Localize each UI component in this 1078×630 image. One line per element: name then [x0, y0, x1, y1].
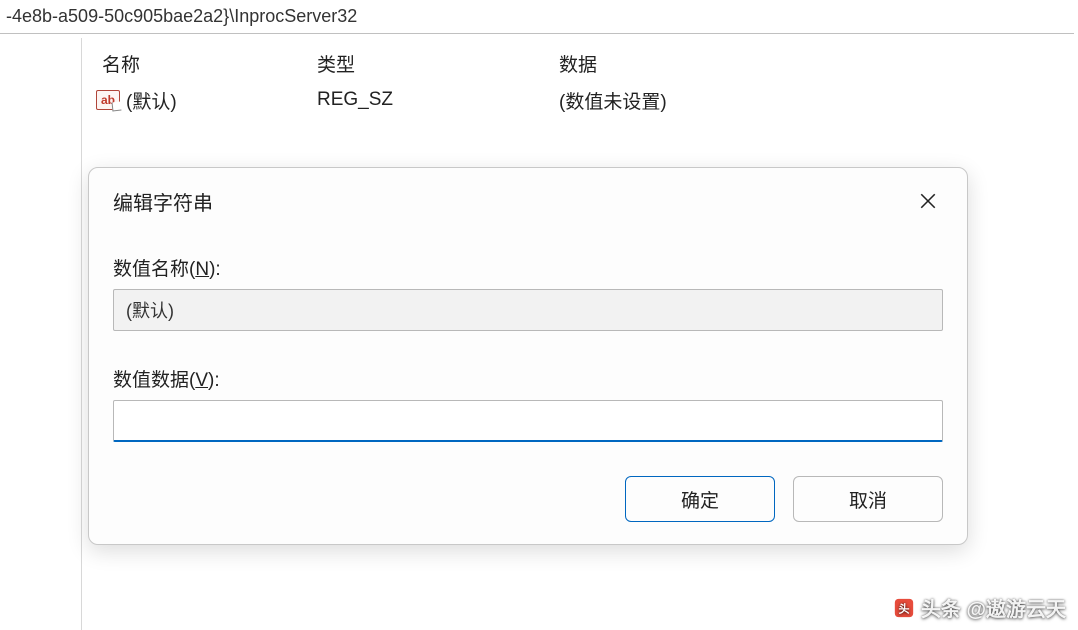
value-name-label: 数值名称(N): [113, 254, 943, 281]
toutiao-icon: 头 [893, 597, 915, 619]
close-icon [919, 192, 937, 210]
string-value-icon [96, 90, 120, 110]
value-name-input[interactable] [113, 289, 943, 331]
value-data-label: 数值数据(V): [113, 365, 943, 392]
svg-text:头: 头 [898, 601, 909, 615]
column-header-data[interactable]: 数据 [559, 50, 1078, 77]
table-row[interactable]: (默认) REG_SZ (数值未设置) [82, 80, 1078, 120]
cancel-button[interactable]: 取消 [793, 476, 943, 522]
dialog-body: 数值名称(N): 数值数据(V): [89, 226, 967, 462]
table-header: 名称 类型 数据 [82, 38, 1078, 80]
column-header-name[interactable]: 名称 [82, 50, 317, 77]
column-header-type[interactable]: 类型 [317, 50, 559, 77]
edit-string-dialog: 编辑字符串 数值名称(N): 数值数据(V): 确定 取消 [88, 167, 968, 545]
value-data: (数值未设置) [559, 87, 1078, 114]
watermark: 头 头条 @遨游云天 [893, 593, 1066, 622]
watermark-text: 头条 @遨游云天 [921, 593, 1066, 622]
dialog-title: 编辑字符串 [113, 187, 213, 216]
address-bar[interactable]: -4e8b-a509-50c905bae2a2}\InprocServer32 [0, 0, 1074, 34]
dialog-buttons: 确定 取消 [89, 462, 967, 544]
value-type: REG_SZ [317, 89, 559, 111]
value-data-input[interactable] [113, 400, 943, 442]
ok-button[interactable]: 确定 [625, 476, 775, 522]
tree-panel[interactable] [0, 38, 82, 630]
value-name: (默认) [126, 87, 177, 114]
close-button[interactable] [913, 186, 943, 216]
dialog-titlebar: 编辑字符串 [89, 168, 967, 226]
address-path: -4e8b-a509-50c905bae2a2}\InprocServer32 [6, 6, 357, 27]
